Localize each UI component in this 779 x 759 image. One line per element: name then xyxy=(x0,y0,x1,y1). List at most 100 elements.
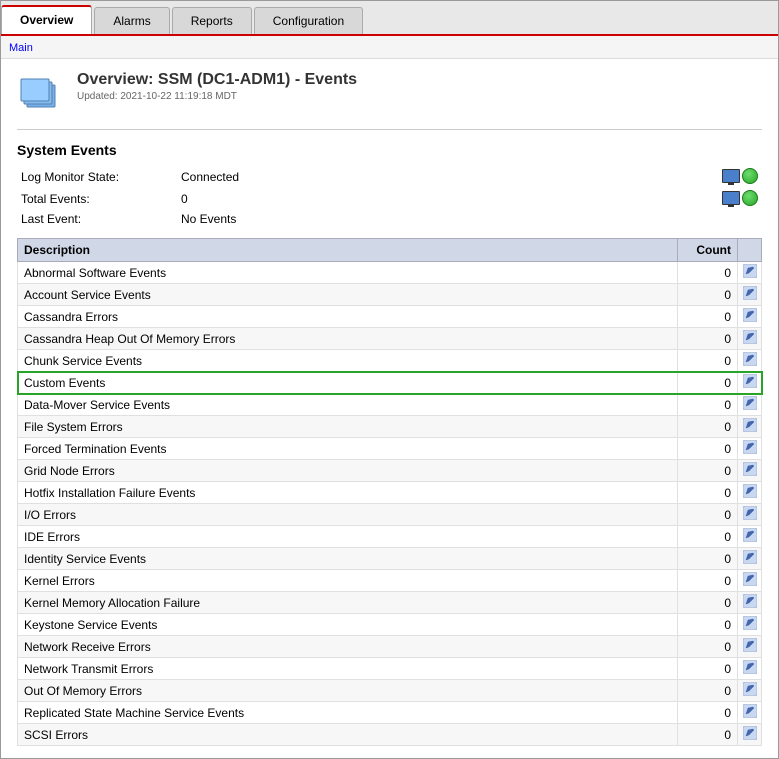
total-events-value: 0 xyxy=(177,188,712,210)
event-action[interactable] xyxy=(738,460,762,482)
tab-reports[interactable]: Reports xyxy=(172,7,252,34)
event-action[interactable] xyxy=(738,570,762,592)
monitor-icon xyxy=(722,169,740,183)
event-action[interactable] xyxy=(738,328,762,350)
pencil-icon[interactable] xyxy=(743,550,757,564)
page-subtitle: Updated: 2021-10-22 11:19:18 MDT xyxy=(77,91,357,102)
pencil-icon[interactable] xyxy=(743,616,757,630)
event-count: 0 xyxy=(678,658,738,680)
main-window: Overview Alarms Reports Configuration Ma… xyxy=(0,0,779,759)
breadcrumb-main-link[interactable]: Main xyxy=(9,42,33,54)
table-row: Network Transmit Errors0 xyxy=(18,658,762,680)
event-description: Cassandra Heap Out Of Memory Errors xyxy=(18,328,678,350)
event-description: I/O Errors xyxy=(18,504,678,526)
status-table: Log Monitor State: Connected Total Event… xyxy=(17,166,762,228)
content-area: Overview: SSM (DC1-ADM1) - Events Update… xyxy=(1,59,778,758)
page-title: Overview: SSM (DC1-ADM1) - Events xyxy=(77,71,357,89)
page-header: Overview: SSM (DC1-ADM1) - Events Update… xyxy=(17,71,762,130)
pencil-icon[interactable] xyxy=(743,506,757,520)
event-action[interactable] xyxy=(738,394,762,416)
event-action[interactable] xyxy=(738,482,762,504)
table-row: IDE Errors0 xyxy=(18,526,762,548)
total-events-label: Total Events: xyxy=(17,188,177,210)
pencil-icon[interactable] xyxy=(743,704,757,718)
event-description: SCSI Errors xyxy=(18,724,678,746)
table-row: Out Of Memory Errors0 xyxy=(18,680,762,702)
event-action[interactable] xyxy=(738,614,762,636)
event-count: 0 xyxy=(678,438,738,460)
event-action[interactable] xyxy=(738,284,762,306)
event-count: 0 xyxy=(678,636,738,658)
status-row-total-events: Total Events: 0 xyxy=(17,188,762,210)
table-row: Network Receive Errors0 xyxy=(18,636,762,658)
event-description: Kernel Errors xyxy=(18,570,678,592)
pencil-icon[interactable] xyxy=(743,462,757,476)
table-row: Cassandra Errors0 xyxy=(18,306,762,328)
event-count: 0 xyxy=(678,284,738,306)
event-count: 0 xyxy=(678,372,738,394)
log-monitor-value: Connected xyxy=(177,166,712,188)
event-action[interactable] xyxy=(738,504,762,526)
log-monitor-label: Log Monitor State: xyxy=(17,166,177,188)
event-count: 0 xyxy=(678,482,738,504)
tab-alarms[interactable]: Alarms xyxy=(94,7,169,34)
pencil-icon[interactable] xyxy=(743,418,757,432)
event-count: 0 xyxy=(678,526,738,548)
event-count: 0 xyxy=(678,306,738,328)
event-action[interactable] xyxy=(738,262,762,284)
events-table: Description Count Abnormal Software Even… xyxy=(17,238,762,746)
pencil-icon[interactable] xyxy=(743,396,757,410)
event-action[interactable] xyxy=(738,636,762,658)
total-events-icons xyxy=(712,188,762,210)
log-monitor-icons xyxy=(712,166,762,188)
pencil-icon[interactable] xyxy=(743,594,757,608)
status-row-last-event: Last Event: No Events xyxy=(17,210,762,228)
table-row: Kernel Memory Allocation Failure0 xyxy=(18,592,762,614)
monitor-icon-2 xyxy=(722,191,740,205)
event-action[interactable] xyxy=(738,350,762,372)
pencil-icon[interactable] xyxy=(743,572,757,586)
event-action[interactable] xyxy=(738,702,762,724)
pencil-icon[interactable] xyxy=(743,682,757,696)
event-action[interactable] xyxy=(738,548,762,570)
pencil-icon[interactable] xyxy=(743,374,757,388)
pencil-icon[interactable] xyxy=(743,726,757,740)
event-action[interactable] xyxy=(738,526,762,548)
event-action[interactable] xyxy=(738,592,762,614)
event-action[interactable] xyxy=(738,372,762,394)
tab-configuration[interactable]: Configuration xyxy=(254,7,363,34)
table-row: Forced Termination Events0 xyxy=(18,438,762,460)
pencil-icon[interactable] xyxy=(743,440,757,454)
pencil-icon[interactable] xyxy=(743,308,757,322)
event-description: Abnormal Software Events xyxy=(18,262,678,284)
description-header: Description xyxy=(18,239,678,262)
pencil-icon[interactable] xyxy=(743,264,757,278)
event-description: Chunk Service Events xyxy=(18,350,678,372)
event-description: Network Receive Errors xyxy=(18,636,678,658)
event-count: 0 xyxy=(678,350,738,372)
pencil-icon[interactable] xyxy=(743,352,757,366)
table-row: Grid Node Errors0 xyxy=(18,460,762,482)
last-event-value: No Events xyxy=(177,210,712,228)
pencil-icon[interactable] xyxy=(743,484,757,498)
pencil-icon[interactable] xyxy=(743,286,757,300)
pencil-icon[interactable] xyxy=(743,528,757,542)
section-title: System Events xyxy=(17,142,762,158)
event-action[interactable] xyxy=(738,658,762,680)
event-count: 0 xyxy=(678,592,738,614)
pencil-icon[interactable] xyxy=(743,638,757,652)
pencil-icon[interactable] xyxy=(743,330,757,344)
event-action[interactable] xyxy=(738,680,762,702)
event-action[interactable] xyxy=(738,306,762,328)
event-count: 0 xyxy=(678,394,738,416)
event-action[interactable] xyxy=(738,438,762,460)
tab-overview[interactable]: Overview xyxy=(1,5,92,34)
event-description: Data-Mover Service Events xyxy=(18,394,678,416)
table-row: I/O Errors0 xyxy=(18,504,762,526)
event-description: Custom Events xyxy=(18,372,678,394)
pencil-icon[interactable] xyxy=(743,660,757,674)
event-action[interactable] xyxy=(738,416,762,438)
ssm-icon xyxy=(17,71,65,119)
event-count: 0 xyxy=(678,570,738,592)
event-action[interactable] xyxy=(738,724,762,746)
